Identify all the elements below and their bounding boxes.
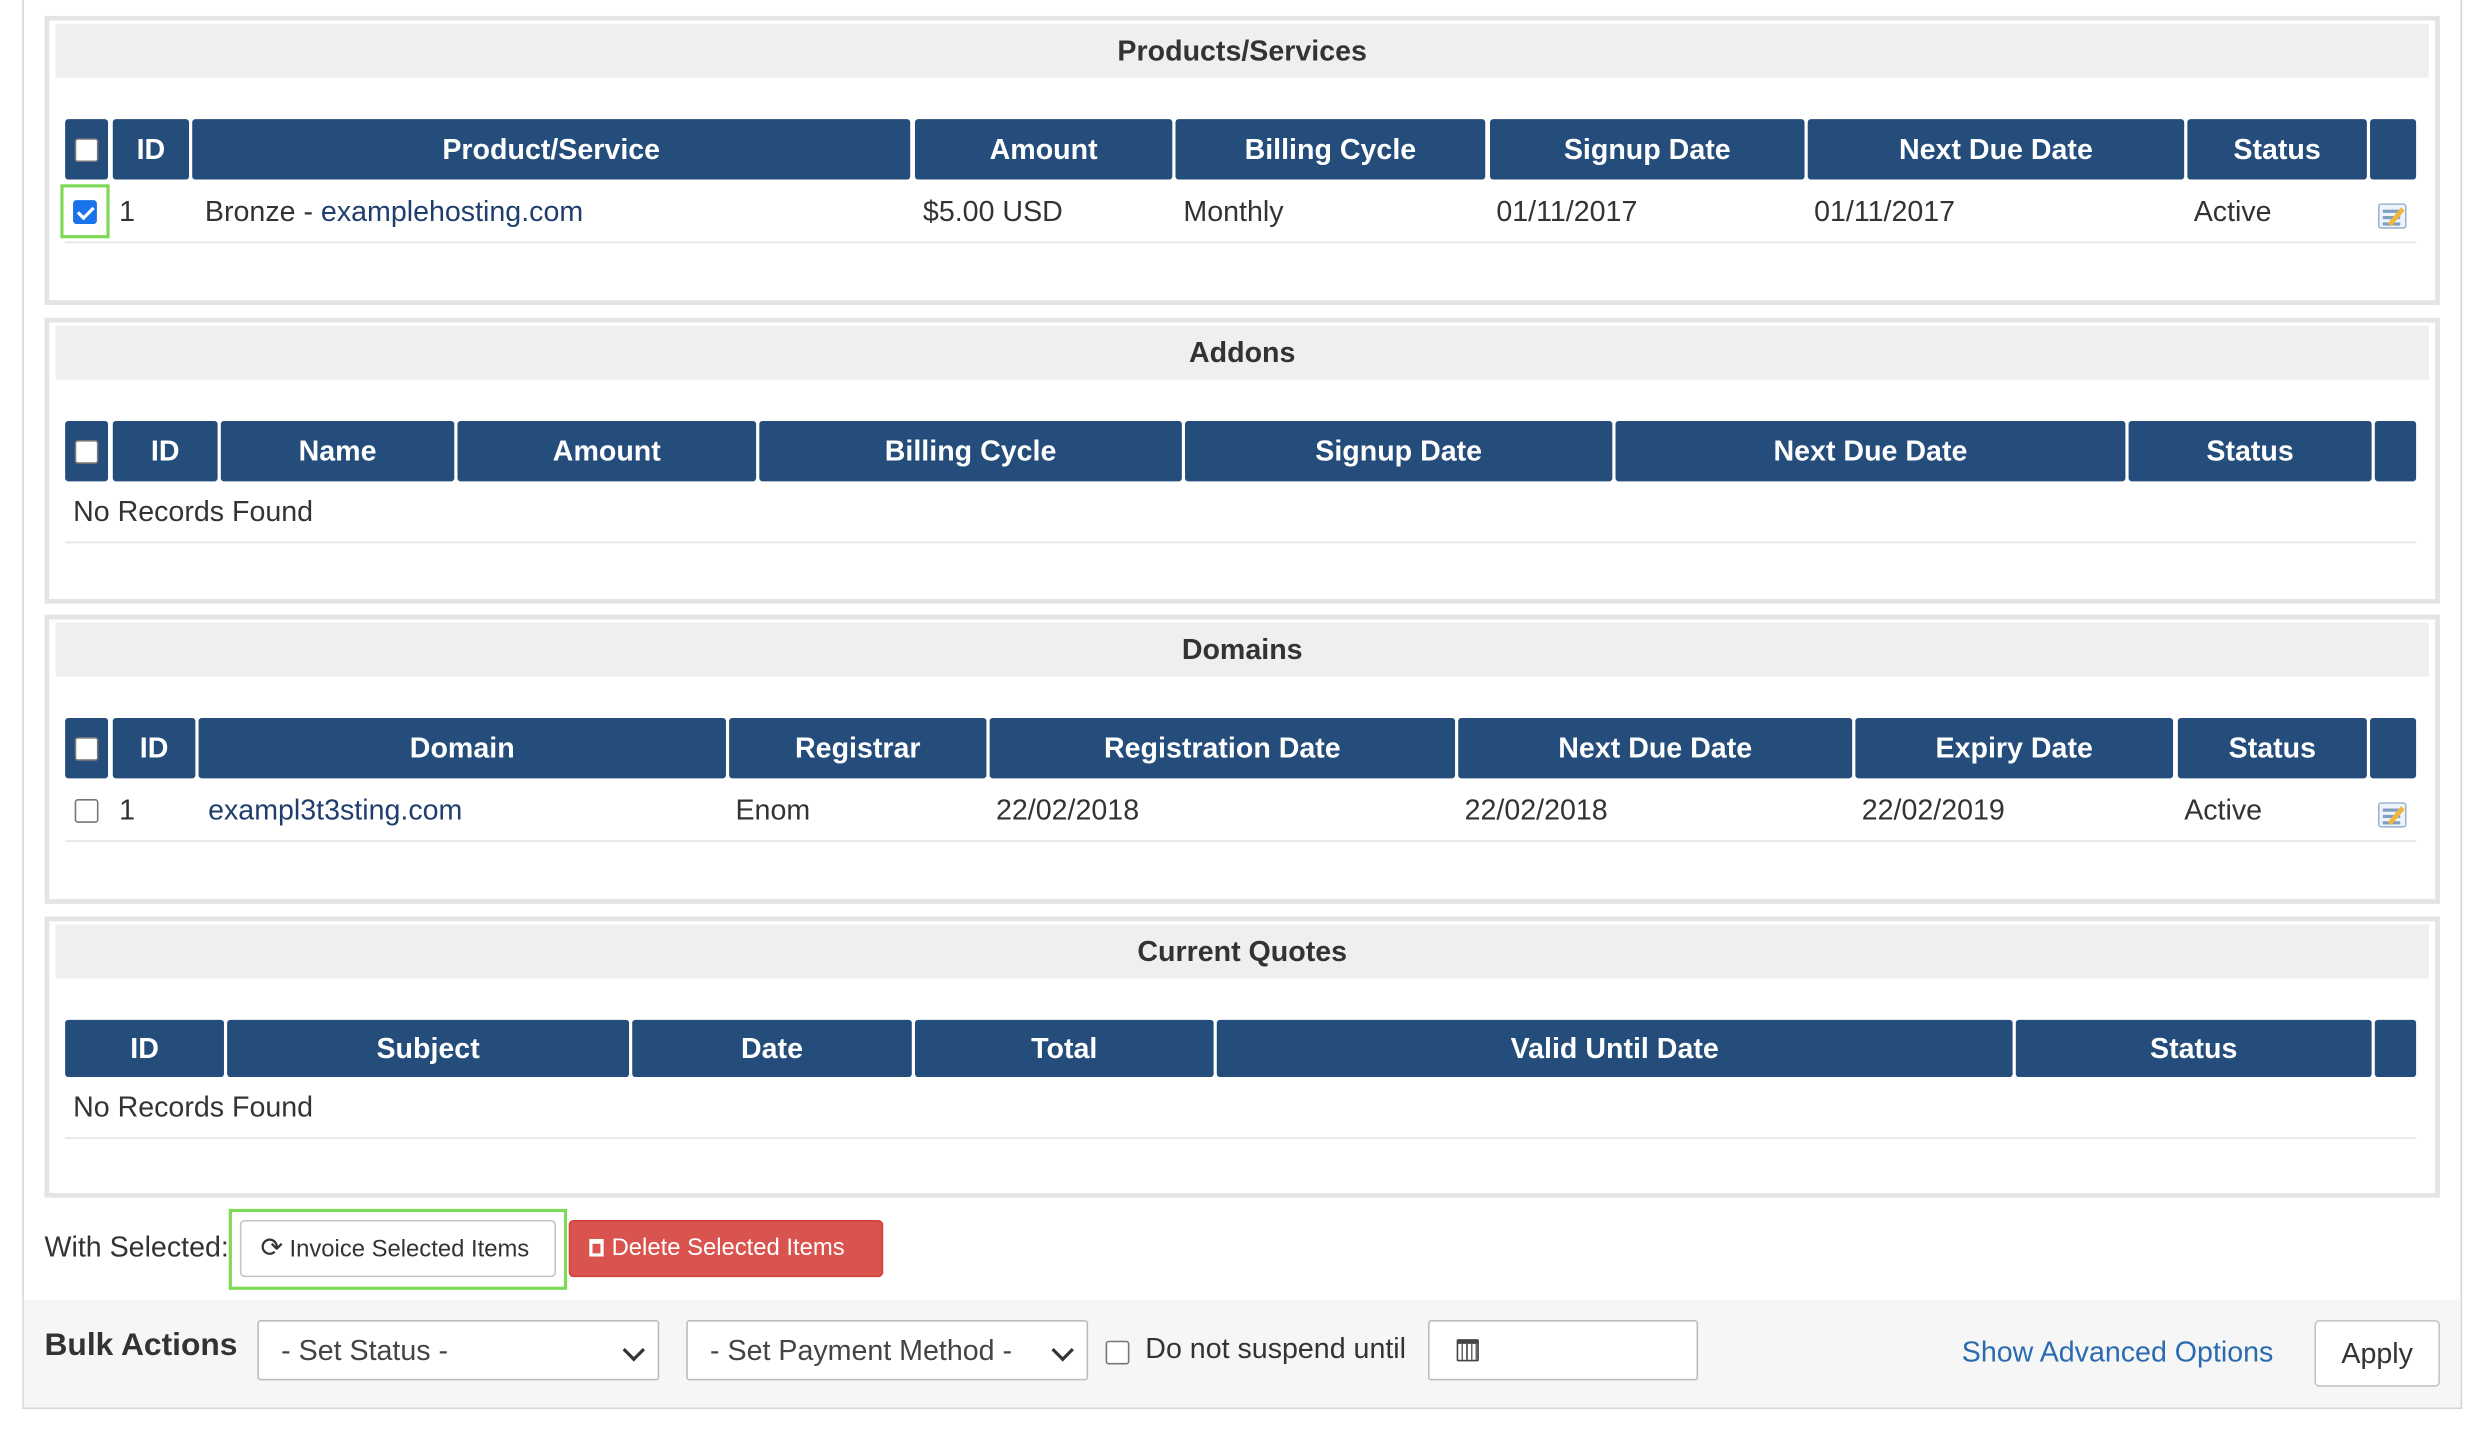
quotes-col-total[interactable]: Total — [914, 1019, 1214, 1078]
product-next-due-date: 01/11/2017 — [1814, 195, 1956, 228]
product-name: Bronze - examplehosting.com — [205, 181, 583, 241]
quotes-col-id[interactable]: ID — [65, 1019, 224, 1078]
domain-status: Active — [2184, 794, 2263, 827]
do-not-suspend-checkbox[interactable] — [1105, 1340, 1130, 1365]
product-amount: $5.00 USD — [922, 195, 1063, 228]
set-status-value: - Set Status - — [281, 1334, 449, 1367]
domains-select-all-cell — [65, 718, 109, 779]
addons-col-status[interactable]: Status — [2128, 420, 2372, 482]
trash-icon — [589, 1239, 604, 1257]
addons-panel: Addons ID Name Amount Billing Cycle Sign… — [44, 317, 2440, 604]
products-panel-title: Products/Services — [55, 23, 2429, 78]
with-selected-label: With Selected: — [44, 1231, 229, 1263]
addons-select-all-cell — [65, 420, 109, 482]
products-panel: Products/Services ID Product/Service Amo… — [44, 15, 2440, 305]
product-signup-date: 01/11/2017 — [1496, 195, 1638, 228]
domains-panel-title: Domains — [55, 622, 2429, 677]
domains-col-registration-date[interactable]: Registration Date — [989, 718, 1456, 779]
set-payment-method-select[interactable]: - Set Payment Method - — [686, 1320, 1089, 1381]
domains-col-actions — [2370, 718, 2417, 779]
table-row: 1 Bronze - examplehosting.com $5.00 USD … — [60, 181, 2417, 244]
product-id: 1 — [119, 195, 136, 228]
table-row: 1 exampl3t3sting.com Enom 22/02/2018 22/… — [65, 780, 2417, 842]
addons-col-next-due-date[interactable]: Next Due Date — [1615, 420, 2126, 482]
domain-id: 1 — [119, 794, 136, 827]
addons-col-billing-cycle[interactable]: Billing Cycle — [759, 420, 1182, 482]
row-checkbox-cell — [74, 780, 118, 840]
addons-empty-row: No Records Found — [65, 481, 2417, 544]
products-col-id[interactable]: ID — [112, 119, 190, 180]
quotes-col-subject[interactable]: Subject — [227, 1019, 630, 1078]
domain-link[interactable]: exampl3t3sting.com — [208, 780, 462, 840]
show-advanced-options-link[interactable]: Show Advanced Options — [1962, 1336, 2274, 1369]
products-col-signup-date[interactable]: Signup Date — [1490, 119, 1805, 180]
products-col-actions — [2370, 119, 2417, 180]
addons-col-id[interactable]: ID — [112, 420, 218, 482]
products-select-all-checkbox[interactable] — [74, 137, 99, 162]
apply-button[interactable]: Apply — [2314, 1320, 2440, 1387]
quotes-panel: Current Quotes ID Subject Date Total Val… — [44, 916, 2440, 1198]
addons-header-row: ID Name Amount Billing Cycle Signup Date… — [65, 420, 2417, 482]
set-status-select[interactable]: - Set Status - — [257, 1320, 660, 1381]
products-col-status[interactable]: Status — [2187, 119, 2367, 180]
products-col-product[interactable]: Product/Service — [192, 119, 911, 180]
addons-empty-text: No Records Found — [73, 495, 314, 528]
chevron-down-icon — [1051, 1338, 1074, 1362]
invoice-selected-label: Invoice Selected Items — [289, 1235, 530, 1263]
products-col-amount[interactable]: Amount — [914, 119, 1173, 180]
bulk-actions-bar: Bulk Actions - Set Status - - Set Paymen… — [23, 1299, 2461, 1408]
domains-header-row: ID Domain Registrar Registration Date Ne… — [65, 718, 2417, 779]
row-checkbox-cell — [60, 181, 110, 241]
chevron-down-icon — [622, 1338, 646, 1362]
refresh-icon: ⟳ — [260, 1232, 284, 1263]
domains-col-next-due-date[interactable]: Next Due Date — [1458, 718, 1853, 779]
quotes-col-valid-until-date[interactable]: Valid Until Date — [1216, 1019, 2013, 1078]
suspend-date-input[interactable] — [1428, 1320, 1699, 1381]
invoice-selected-button[interactable]: ⟳ Invoice Selected Items — [239, 1219, 556, 1278]
quotes-panel-title: Current Quotes — [55, 924, 2429, 979]
products-select-all-cell — [65, 119, 109, 180]
product-link[interactable]: examplehosting.com — [321, 195, 583, 227]
row-checkbox[interactable] — [74, 798, 99, 823]
product-status: Active — [2193, 195, 2272, 228]
calendar-icon[interactable] — [1456, 1339, 1479, 1362]
product-prefix: Bronze - — [204, 195, 321, 228]
addons-col-actions — [2374, 420, 2417, 482]
quotes-col-status[interactable]: Status — [2015, 1019, 2372, 1078]
products-header-row: ID Product/Service Amount Billing Cycle … — [65, 119, 2417, 180]
row-checkbox-highlight — [60, 184, 110, 239]
do-not-suspend-label: Do not suspend until — [1145, 1332, 1406, 1365]
domains-col-expiry-date[interactable]: Expiry Date — [1855, 718, 2174, 779]
domains-col-id[interactable]: ID — [112, 718, 196, 779]
addons-col-signup-date[interactable]: Signup Date — [1185, 420, 1613, 482]
domain-registrar: Enom — [735, 794, 811, 827]
domains-col-status[interactable]: Status — [2177, 718, 2367, 779]
delete-selected-label: Delete Selected Items — [611, 1234, 845, 1262]
quotes-col-actions — [2374, 1019, 2417, 1078]
addons-col-name[interactable]: Name — [220, 420, 455, 482]
product-billing-cycle: Monthly — [1183, 195, 1284, 228]
row-checkbox[interactable] — [73, 199, 97, 224]
domains-select-all-checkbox[interactable] — [74, 736, 99, 761]
addons-panel-title: Addons — [55, 325, 2429, 380]
domains-col-registrar[interactable]: Registrar — [729, 718, 987, 779]
quotes-header-row: ID Subject Date Total Valid Until Date S… — [65, 1019, 2417, 1080]
set-payment-method-value: - Set Payment Method - — [710, 1334, 1013, 1367]
edit-icon[interactable] — [2377, 802, 2407, 828]
domains-panel: Domains ID Domain Registrar Registration… — [44, 614, 2440, 904]
quotes-empty-text: No Records Found — [73, 1091, 314, 1124]
domains-col-domain[interactable]: Domain — [198, 718, 726, 779]
products-col-billing-cycle[interactable]: Billing Cycle — [1175, 119, 1486, 180]
products-col-next-due-date[interactable]: Next Due Date — [1807, 119, 2185, 180]
addons-col-amount[interactable]: Amount — [457, 420, 757, 482]
addons-select-all-checkbox[interactable] — [74, 439, 99, 464]
quotes-col-date[interactable]: Date — [632, 1019, 912, 1078]
edit-icon[interactable] — [2377, 203, 2407, 229]
domain-expiry-date: 22/02/2019 — [1861, 794, 2005, 827]
quotes-empty-row: No Records Found — [65, 1077, 2417, 1139]
bulk-actions-label: Bulk Actions — [44, 1327, 238, 1363]
domain-next-due-date: 22/02/2018 — [1464, 794, 1608, 827]
delete-selected-button[interactable]: Delete Selected Items — [568, 1219, 884, 1278]
domain-registration-date: 22/02/2018 — [995, 794, 1140, 827]
